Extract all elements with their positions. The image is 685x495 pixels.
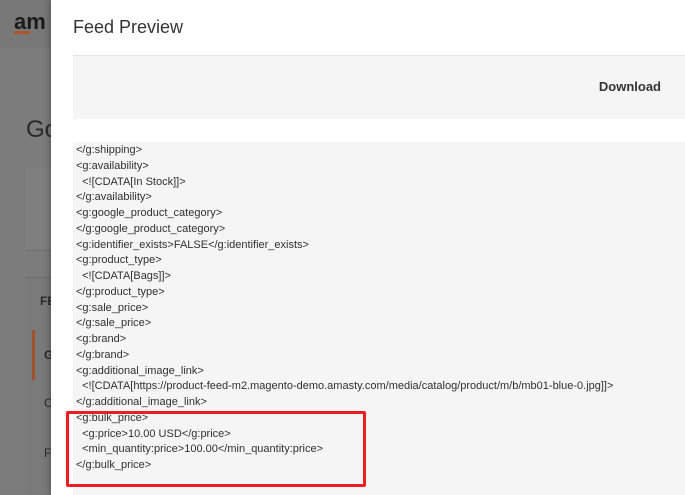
code-line: <g:availability>	[76, 159, 149, 172]
code-line: </g:additional_image_link>	[76, 396, 207, 408]
modal-title: Feed Preview	[73, 17, 184, 37]
code-line: <g:additional_image_link>	[76, 364, 204, 377]
code-line: <g:product_type>	[76, 254, 162, 267]
download-button[interactable]: Download	[599, 79, 661, 94]
code-line: </g:product_type>	[76, 285, 165, 298]
code-lines: </g:shipping> <g:availability> <![CDATA[I…	[76, 143, 613, 474]
code-line: </g:brand>	[76, 348, 130, 361]
code-line: </g:bulk_price>	[76, 459, 152, 471]
code-line: <g:sale_price>	[76, 301, 149, 314]
active-tab-indicator	[32, 330, 35, 380]
code-line: <g:bulk_price>	[76, 411, 149, 424]
code-line: <![CDATA[https://product-feed-m2.magento…	[76, 380, 614, 393]
code-line: </g:google_product_category>	[76, 222, 226, 235]
code-line: <g:price>10.00 USD</g:price>	[76, 427, 231, 440]
logo-accent	[14, 31, 30, 34]
code-line: <g:identifier_exists>FALSE</g:identifier…	[76, 238, 309, 251]
feed-preview-modal: Feed Preview Download </g:shipping> <g:av…	[51, 0, 685, 495]
code-line: <g:google_product_category>	[76, 207, 223, 219]
code-line: </g:sale_price>	[76, 317, 152, 330]
code-line: </g:shipping>	[76, 144, 143, 156]
code-line: <min_quantity:price>100.00</min_quantity…	[76, 443, 324, 456]
feed-preview-code[interactable]: </g:shipping> <g:availability> <![CDATA[I…	[73, 142, 685, 495]
code-line: <![CDATA[Bags]]>	[76, 270, 171, 282]
code-line: <g:brand>	[76, 333, 127, 345]
code-line: </g:availability>	[76, 191, 152, 204]
modal-toolbar: Download	[73, 56, 685, 119]
code-line: <![CDATA[In Stock]]>	[76, 175, 186, 188]
